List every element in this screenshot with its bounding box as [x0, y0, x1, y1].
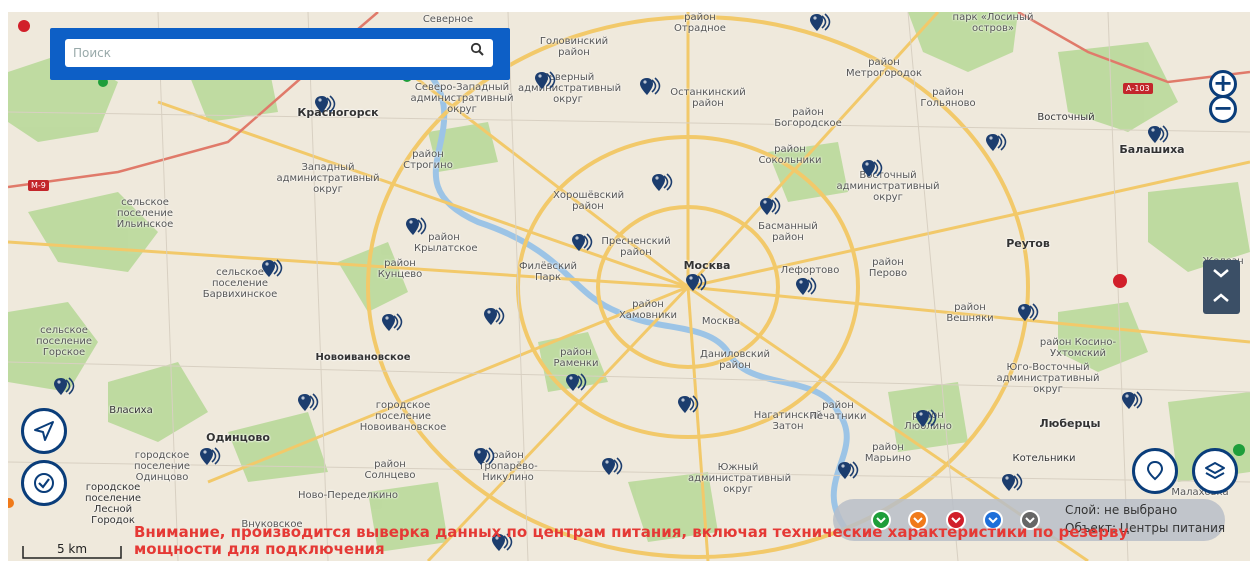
power-center-marker-icon[interactable] [600, 456, 626, 480]
power-center-marker-icon[interactable] [52, 376, 78, 400]
power-center-marker-icon[interactable] [380, 312, 406, 336]
label-moskva-river: Москва [701, 316, 741, 327]
power-center-marker-icon[interactable] [1120, 390, 1146, 414]
label-kosino: район Косино-Ухтомский [1039, 337, 1117, 359]
label-zao: Западный административный округ [276, 162, 380, 195]
label-lyubertsy: Люберцы [1039, 417, 1101, 430]
label-szao: Северо-Западный административный округ [410, 82, 514, 115]
power-center-marker-icon[interactable] [650, 172, 676, 196]
label-perovo: район Перово [868, 257, 908, 279]
power-center-marker-icon[interactable] [472, 446, 498, 470]
red-point-marker[interactable] [1113, 274, 1127, 288]
label-odintsovo-pos: городское поселение Одинцово [133, 450, 191, 483]
label-bogorodskoe: район Богородское [774, 107, 842, 129]
label-yuzhny: Южный административный округ [688, 462, 792, 495]
label-fili: Филёвский Парк [518, 261, 578, 283]
label-novoivanovskoe: Новоивановское [315, 352, 411, 363]
road-shield-m9: М-9 [28, 180, 49, 191]
power-center-marker-icon[interactable] [758, 196, 784, 220]
chevron-down-icon[interactable] [1212, 267, 1230, 279]
legend-layer-text: Слой: не выбрано [1065, 503, 1178, 517]
map-canvas[interactable]: Москва Реутов Балашиха Красногорск Одинц… [8, 12, 1250, 561]
label-metrogorodok: район Метрогородок [846, 57, 922, 79]
layers-button[interactable] [1192, 448, 1238, 494]
power-center-marker-icon[interactable] [296, 392, 322, 416]
power-center-marker-icon[interactable] [1000, 472, 1026, 496]
label-vostochny: Восточный [1037, 112, 1095, 123]
label-novo-peredelkino: Ново-Переделкино [297, 490, 399, 501]
label-maryino: район Марьино [864, 442, 912, 464]
label-strogino: район Строгино [403, 149, 453, 171]
label-gorskoe: сельское поселение Горское [35, 325, 93, 358]
power-center-marker-icon[interactable] [533, 70, 559, 94]
power-center-marker-icon[interactable] [482, 306, 508, 330]
label-golovinsky: Головинский район [539, 36, 609, 58]
label-kotelniki: Котельники [1012, 453, 1076, 464]
red-point-marker[interactable] [18, 20, 30, 32]
power-center-marker-icon[interactable] [914, 408, 940, 432]
label-pechatniki: район Печатники [809, 400, 867, 422]
power-center-marker-icon[interactable] [676, 394, 702, 418]
label-severnoe: Северное [422, 14, 474, 25]
road-shield-a103: А-103 [1123, 83, 1153, 94]
label-yuvao: Юго-Восточный административный округ [996, 362, 1100, 395]
chevron-up-icon[interactable] [1212, 292, 1230, 304]
label-basmanny: Басманный район [758, 221, 818, 243]
panel-toggle [1203, 260, 1240, 314]
label-kuntsevo: район Кунцево [377, 258, 423, 280]
search-input[interactable] [65, 39, 493, 67]
scale-label: 5 km [56, 542, 88, 556]
power-center-marker-icon[interactable] [260, 258, 286, 282]
layers-icon [1205, 462, 1225, 479]
label-solntsevo: район Солнцево [364, 459, 416, 481]
power-center-marker-icon[interactable] [1146, 124, 1172, 148]
badge-check-icon [34, 473, 54, 493]
label-vlasikha: Власиха [109, 405, 153, 416]
label-otradnoe: район Отрадное [674, 12, 726, 34]
label-svao: Восточный административный округ [836, 170, 940, 203]
label-presnensky: Пресненский район [601, 236, 671, 258]
label-moskva: Москва [683, 259, 731, 272]
label-ramenki: район Раменки [553, 347, 599, 369]
label-reutov: Реутов [1006, 237, 1050, 250]
navigation-arrow-icon [34, 421, 54, 441]
search-icon[interactable] [470, 42, 484, 56]
power-center-marker-icon[interactable] [198, 446, 224, 470]
label-veshnyaki: район Вешняки [946, 302, 994, 324]
label-losiny: парк «Лосиный остров» [952, 12, 1034, 34]
label-ilyinskoe: сельское поселение Ильинское [116, 197, 174, 230]
label-sokolniki: район Сокольники [758, 144, 822, 166]
power-center-marker-icon[interactable] [808, 12, 834, 36]
power-center-marker-icon[interactable] [404, 216, 430, 240]
check-filter-button[interactable] [21, 460, 67, 506]
power-center-marker-icon[interactable] [1016, 302, 1042, 326]
power-center-marker-icon[interactable] [570, 232, 596, 256]
zoom-out-button[interactable]: − [1209, 95, 1237, 123]
power-center-marker-icon[interactable] [313, 94, 339, 118]
power-center-marker-icon[interactable] [860, 158, 886, 182]
power-center-marker-icon[interactable] [794, 276, 820, 300]
power-center-marker-icon[interactable] [984, 132, 1010, 156]
map-pin-icon [1146, 460, 1164, 481]
green-point-marker[interactable] [1233, 444, 1245, 456]
label-odintsovo: Одинцово [206, 431, 270, 444]
power-center-marker-icon[interactable] [836, 460, 862, 484]
warning-message: Внимание, производится выверка данных по… [134, 523, 1129, 558]
label-novoivanovskoe-pos: городское поселение Новоивановское [359, 400, 447, 433]
label-ostankinsky: Останкинский район [670, 87, 746, 109]
power-center-marker-icon[interactable] [684, 272, 710, 296]
search-panel [50, 28, 510, 80]
power-center-marker-icon[interactable] [564, 372, 590, 396]
label-lefortovo: Лефортово [780, 265, 840, 276]
scale-bar: 5 km [22, 538, 122, 560]
label-khamovniki: район Хамовники [618, 299, 678, 321]
place-marker-button[interactable] [1132, 448, 1178, 494]
label-goljanovo: район Гольяново [920, 87, 976, 109]
locate-button[interactable] [21, 408, 67, 454]
power-center-marker-icon[interactable] [638, 76, 664, 100]
label-danilovsky: Даниловский район [700, 349, 770, 371]
label-lesnoy: городское поселение Лесной Городок [84, 482, 142, 526]
label-khoroshevsky: Хорошёвский район [553, 190, 625, 212]
